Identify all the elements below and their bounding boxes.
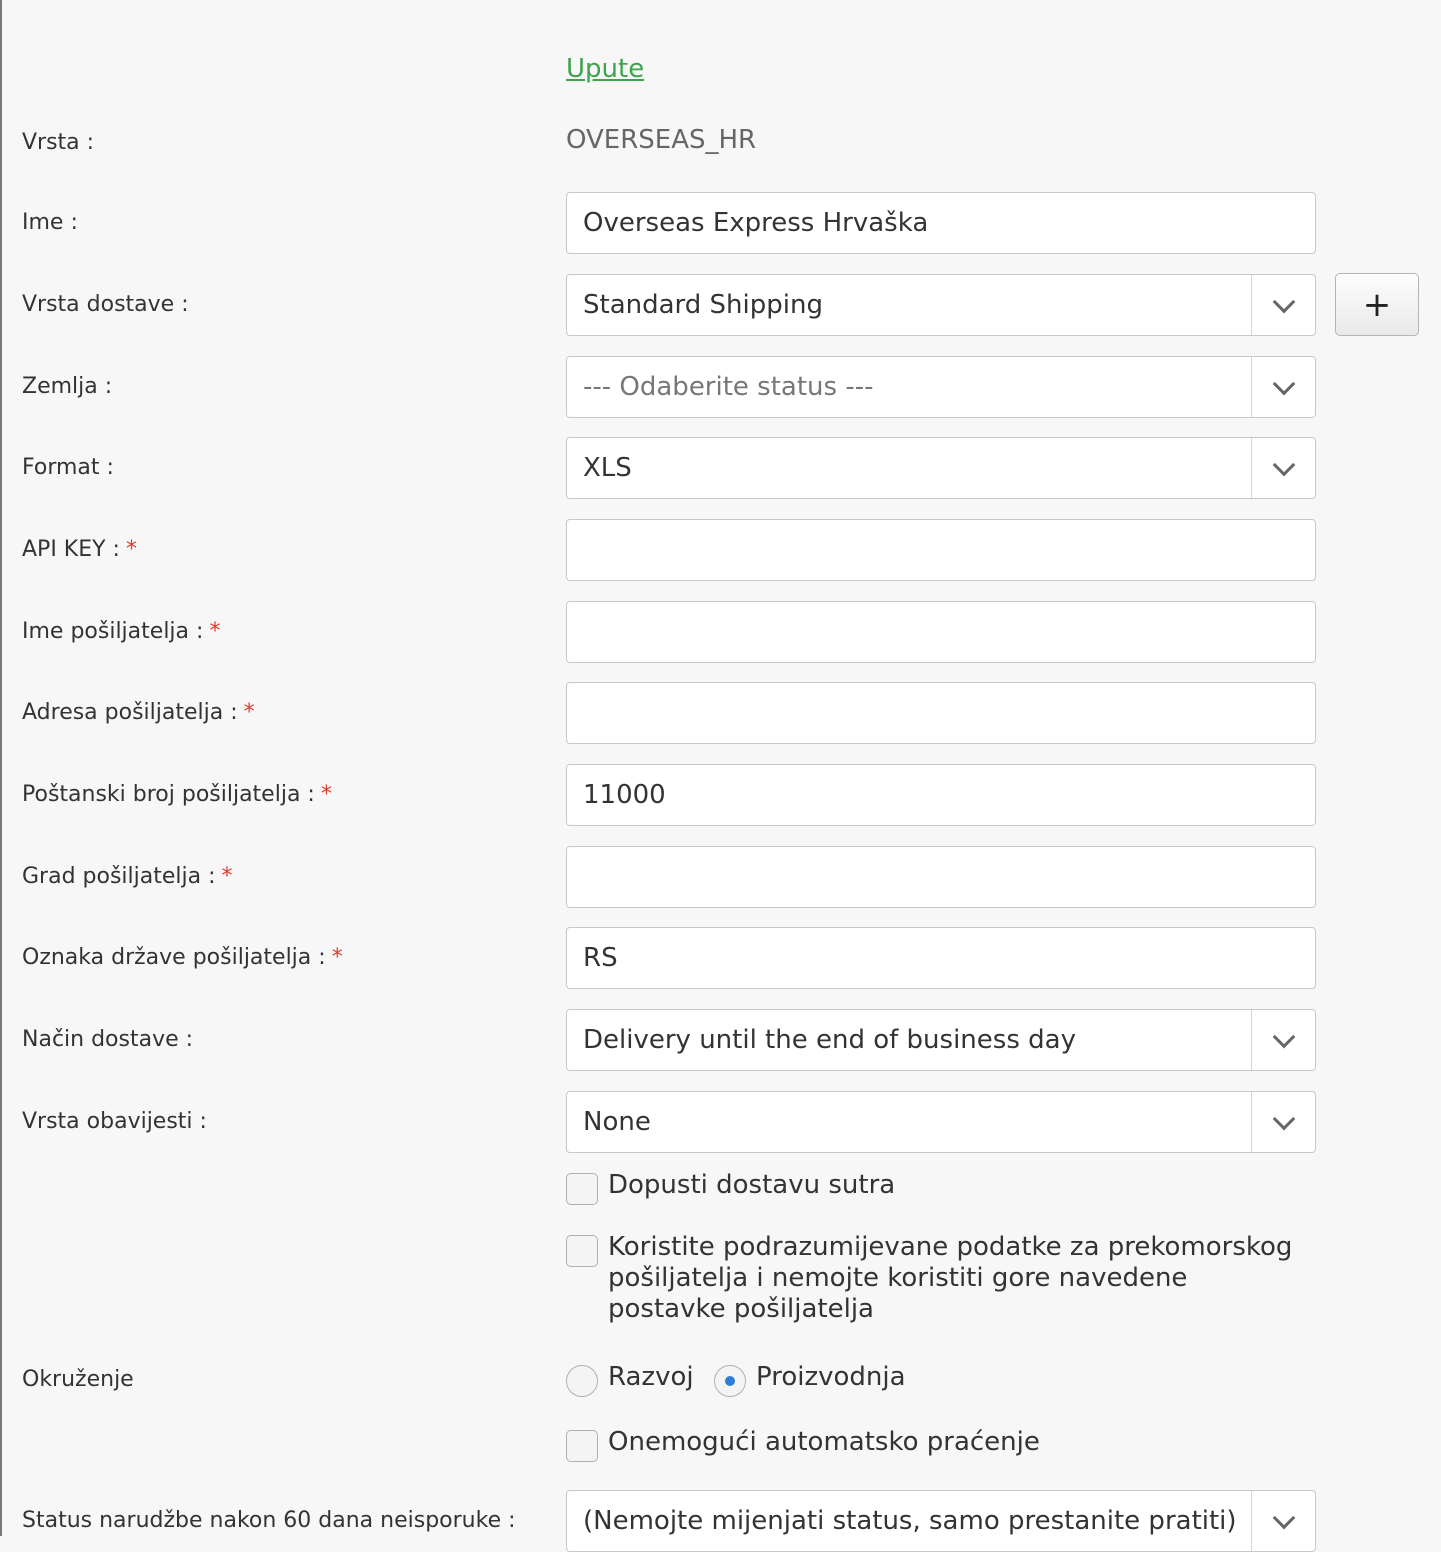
default-sender-label: Koristite podrazumijevane podatke za pre… xyxy=(608,1232,1293,1324)
name-label: Ime : xyxy=(22,210,78,235)
delivery-method-select[interactable]: Delivery until the end of business day xyxy=(566,1009,1316,1071)
required-marker: * xyxy=(243,700,255,725)
order-status-select[interactable]: (Nemojte mijenjati status, samo prestani… xyxy=(566,1490,1316,1552)
type-value: OVERSEAS_HR xyxy=(566,125,757,155)
shipping-type-value: Standard Shipping xyxy=(583,290,823,320)
sender-country-code-label: Oznaka države pošiljatelja : * xyxy=(22,945,343,970)
name-input[interactable]: Overseas Express Hrvaška xyxy=(566,192,1316,254)
environment-option-development-label: Razvoj xyxy=(608,1362,694,1392)
sender-country-code-value: RS xyxy=(583,943,618,973)
format-select[interactable]: XLS xyxy=(566,437,1316,499)
form-container: Upute Vrsta : OVERSEAS_HR Ime : Overseas… xyxy=(0,0,1439,1552)
chevron-down-icon[interactable] xyxy=(1251,1092,1315,1152)
default-sender-checkbox[interactable] xyxy=(566,1235,598,1267)
notification-type-label: Vrsta obavijesti : xyxy=(22,1109,207,1134)
type-label: Vrsta : xyxy=(22,130,95,155)
sender-country-code-input[interactable]: RS xyxy=(566,927,1316,989)
required-marker: * xyxy=(209,619,221,644)
required-marker: * xyxy=(221,864,233,889)
sender-city-label: Grad pošiljatelja : * xyxy=(22,864,233,889)
api-key-input[interactable] xyxy=(566,519,1316,581)
country-select[interactable]: --- Odaberite status --- xyxy=(566,356,1316,418)
sender-name-input[interactable] xyxy=(566,601,1316,663)
notification-type-select[interactable]: None xyxy=(566,1091,1316,1153)
sender-address-input[interactable] xyxy=(566,682,1316,744)
shipping-type-select[interactable]: Standard Shipping xyxy=(566,274,1316,336)
api-key-label: API KEY : * xyxy=(22,537,137,562)
disable-tracking-label: Onemogući automatsko praćenje xyxy=(608,1427,1040,1457)
allow-tomorrow-delivery-label: Dopusti dostavu sutra xyxy=(608,1170,896,1200)
notification-type-value: None xyxy=(583,1107,651,1137)
environment-label: Okruženje xyxy=(22,1367,134,1392)
required-marker: * xyxy=(125,537,137,562)
country-placeholder: --- Odaberite status --- xyxy=(583,372,874,402)
country-label: Zemlja : xyxy=(22,374,113,399)
sender-address-label: Adresa pošiljatelja : * xyxy=(22,700,255,725)
environment-radio-production[interactable] xyxy=(714,1365,746,1397)
shipping-type-label: Vrsta dostave : xyxy=(22,292,189,317)
required-marker: * xyxy=(320,782,332,807)
order-status-value: (Nemojte mijenjati status, samo prestani… xyxy=(583,1506,1237,1536)
chevron-down-icon[interactable] xyxy=(1251,357,1315,417)
sender-postal-code-input[interactable]: 11000 xyxy=(566,764,1316,826)
sender-city-input[interactable] xyxy=(566,846,1316,908)
instructions-link[interactable]: Upute xyxy=(566,54,644,84)
allow-tomorrow-delivery-checkbox[interactable] xyxy=(566,1173,598,1205)
required-marker: * xyxy=(331,945,343,970)
sender-postal-code-label: Poštanski broj pošiljatelja : * xyxy=(22,782,332,807)
delivery-method-value: Delivery until the end of business day xyxy=(583,1025,1076,1055)
format-value: XLS xyxy=(583,453,632,483)
chevron-down-icon[interactable] xyxy=(1251,438,1315,498)
disable-tracking-checkbox[interactable] xyxy=(566,1430,598,1462)
order-status-label: Status narudžbe nakon 60 dana neisporuke… xyxy=(22,1508,516,1533)
environment-radio-development[interactable] xyxy=(566,1365,598,1397)
sender-postal-code-value: 11000 xyxy=(583,780,666,810)
delivery-method-label: Način dostave : xyxy=(22,1027,194,1052)
add-shipping-type-button[interactable]: + xyxy=(1335,273,1419,336)
environment-option-production-label: Proizvodnja xyxy=(756,1362,906,1392)
name-input-value: Overseas Express Hrvaška xyxy=(583,208,929,238)
sender-name-label: Ime pošiljatelja : * xyxy=(22,619,221,644)
chevron-down-icon[interactable] xyxy=(1251,275,1315,335)
chevron-down-icon[interactable] xyxy=(1251,1491,1315,1551)
chevron-down-icon[interactable] xyxy=(1251,1010,1315,1070)
format-label: Format : xyxy=(22,455,114,480)
